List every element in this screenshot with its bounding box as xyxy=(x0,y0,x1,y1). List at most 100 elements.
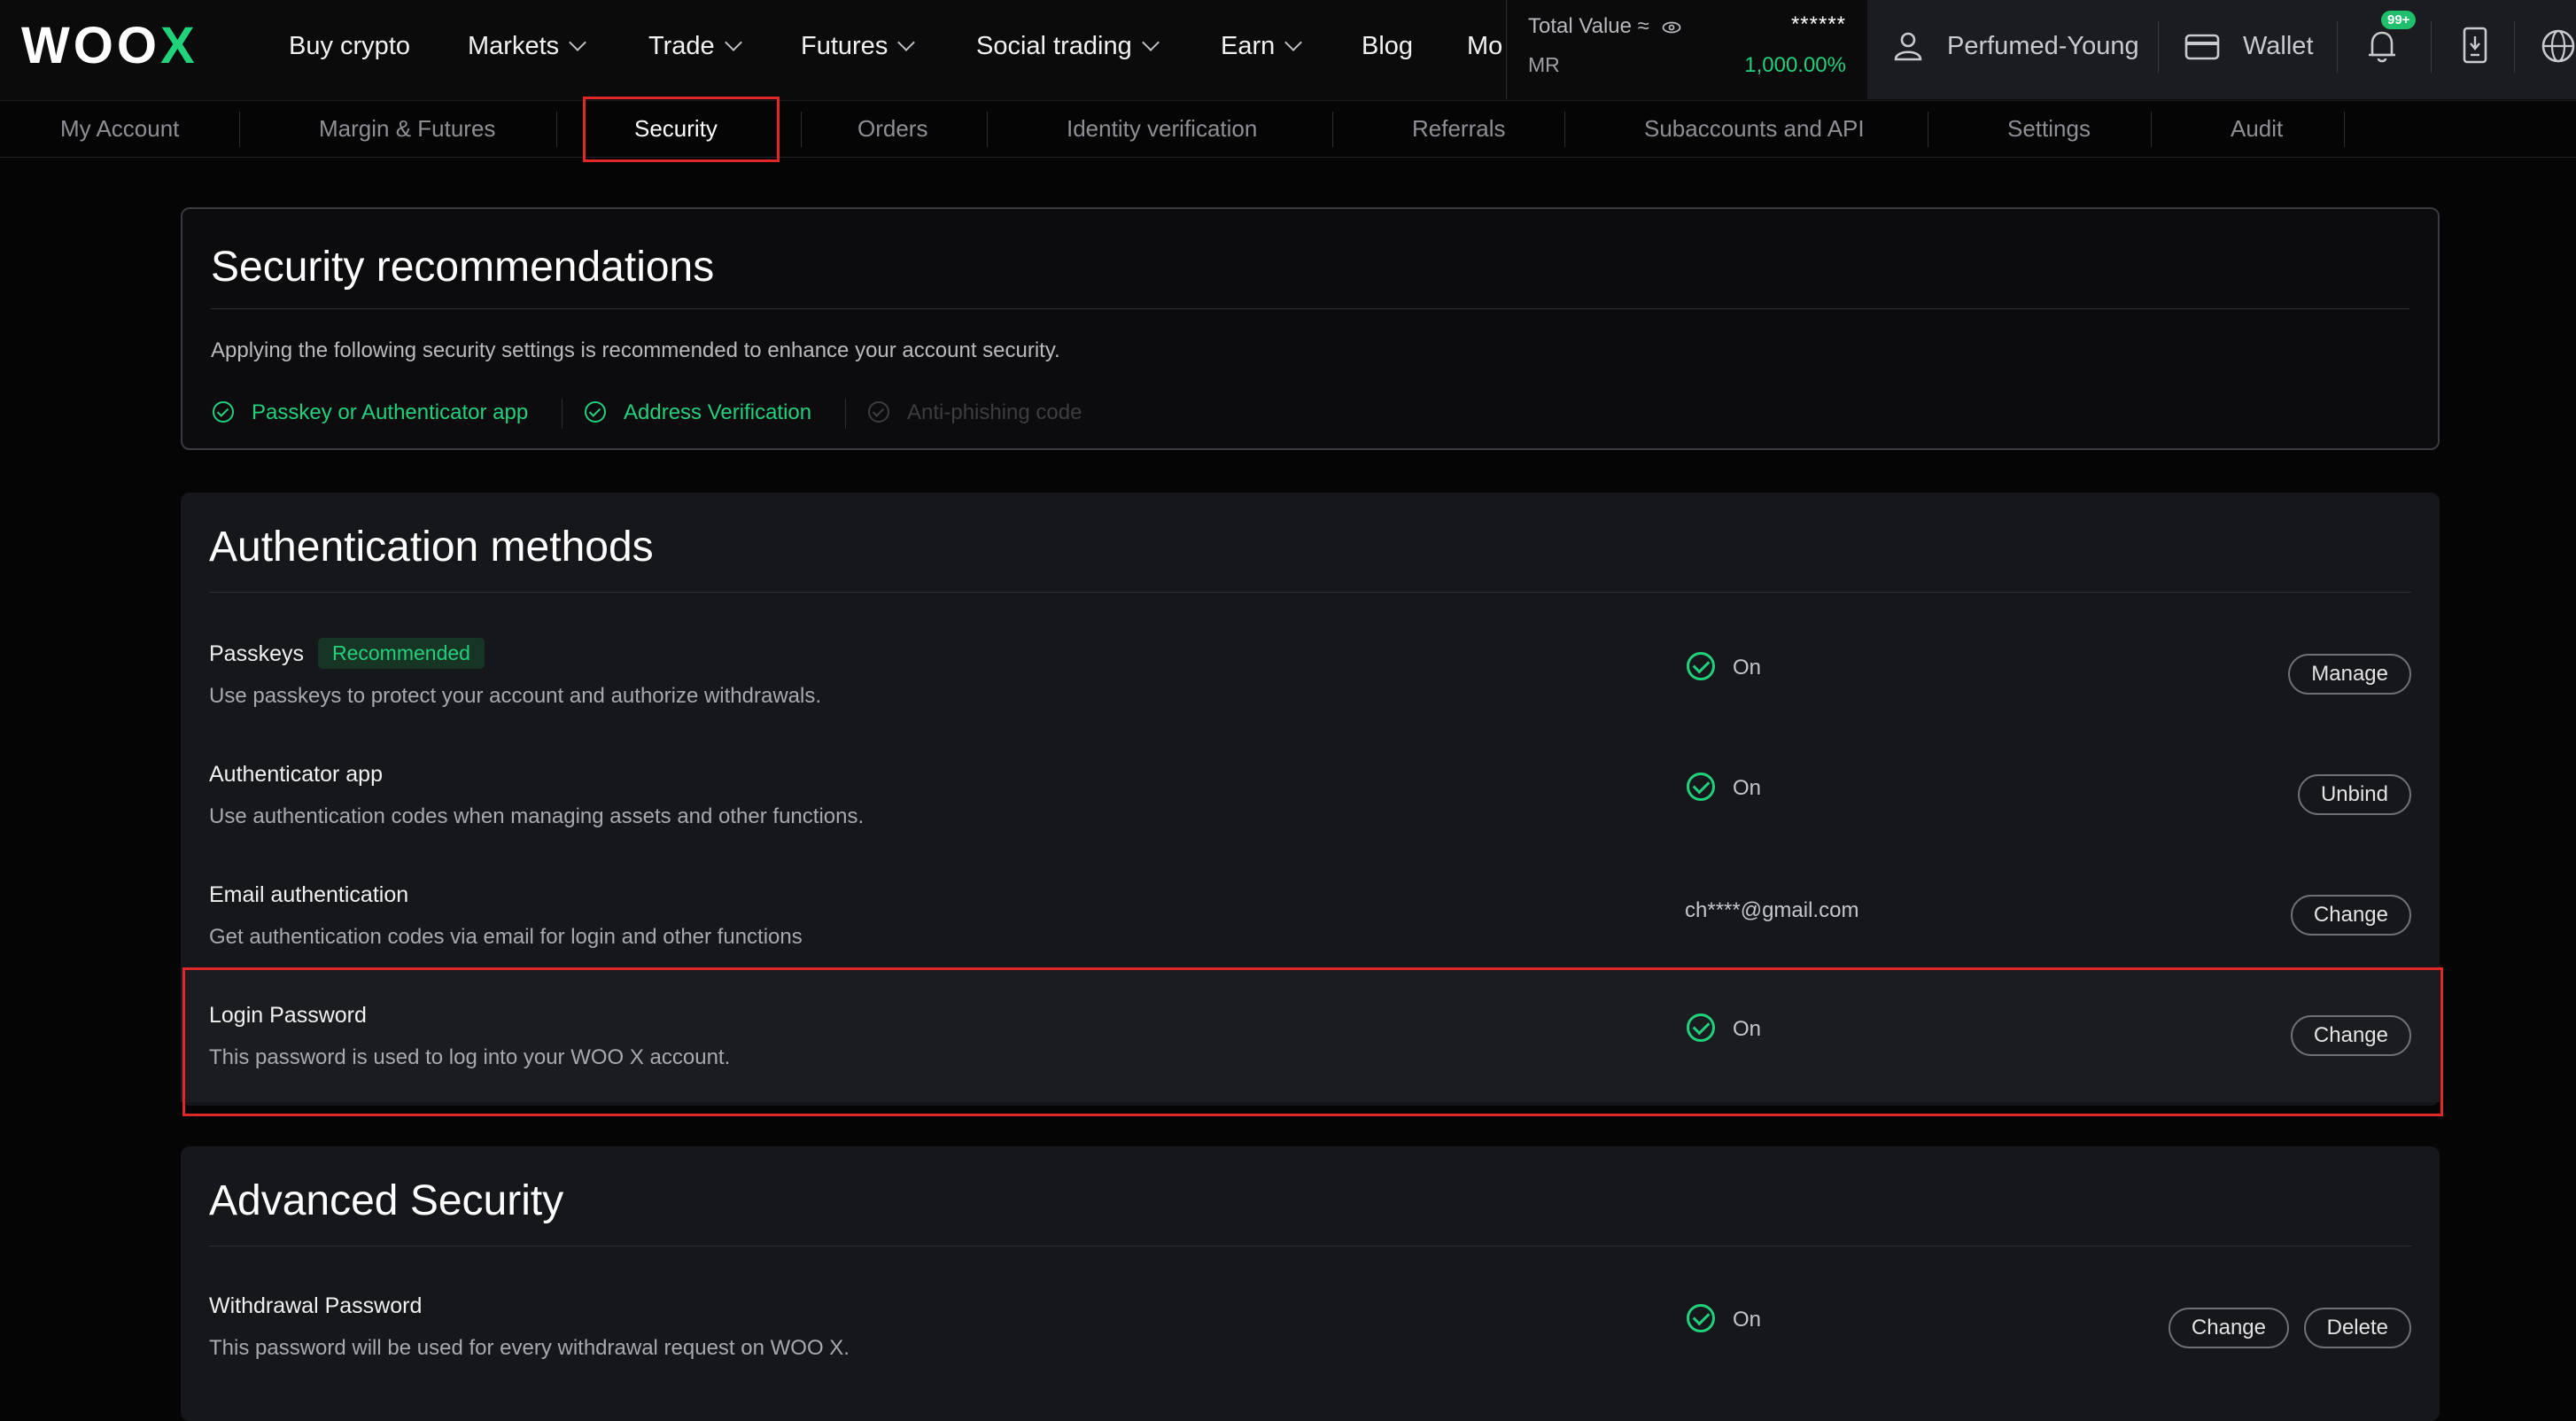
logo-text: WOO xyxy=(21,17,160,74)
passkeys-status: On xyxy=(1687,651,1762,684)
nav-label: Earn xyxy=(1221,32,1276,60)
divider xyxy=(562,399,563,429)
delete-withdrawal-password-button[interactable]: Delete xyxy=(2303,1308,2411,1348)
tab-settings[interactable]: Settings xyxy=(2007,101,2091,158)
authenticator-status: On xyxy=(1687,772,1762,804)
divider xyxy=(1332,112,1333,147)
tab-label: Subaccounts and API xyxy=(1644,115,1865,142)
nav-futures[interactable]: Futures xyxy=(801,0,916,92)
chevron-down-icon xyxy=(569,34,587,51)
globe-icon[interactable] xyxy=(2541,28,2576,64)
divider xyxy=(211,308,2409,309)
divider xyxy=(2158,21,2159,73)
status-text: On xyxy=(1733,776,1762,800)
tab-label: Orders xyxy=(857,115,928,142)
advanced-security-card: Advanced Security Withdrawal Password Th… xyxy=(181,1146,2440,1421)
nav-blog[interactable]: Blog xyxy=(1362,0,1413,92)
unbind-authenticator-button[interactable]: Unbind xyxy=(2297,774,2411,815)
nav-social-trading[interactable]: Social trading xyxy=(976,0,1160,92)
wallet-label[interactable]: Wallet xyxy=(2243,0,2314,92)
check-circle-icon xyxy=(1687,1303,1715,1332)
tab-referrals[interactable]: Referrals xyxy=(1412,101,1505,158)
email-authentication-title: Email authentication xyxy=(209,882,409,907)
rec-label: Address Verification xyxy=(624,400,812,424)
notification-badge: 99+ xyxy=(2381,11,2417,29)
status-text: On xyxy=(1733,1308,1762,1332)
divider xyxy=(987,112,988,147)
divider xyxy=(209,592,2411,593)
nav-label: Social trading xyxy=(976,32,1132,60)
recommendations-description: Applying the following security settings… xyxy=(211,338,1060,362)
divider xyxy=(239,112,240,147)
total-value-hidden: ****** xyxy=(1790,12,1846,36)
divider xyxy=(556,112,557,147)
woox-logo[interactable]: WOOX xyxy=(21,19,198,73)
username[interactable]: Perfumed-Young xyxy=(1947,0,2139,92)
rec-label: Passkey or Authenticator app xyxy=(252,400,529,424)
total-value-panel[interactable]: Total Value ≈ ****** MR 1,000.00% xyxy=(1506,0,1867,99)
passkeys-description: Use passkeys to protect your account and… xyxy=(209,684,822,708)
divider xyxy=(845,399,846,429)
chevron-down-icon xyxy=(897,34,916,51)
status-text: On xyxy=(1733,656,1762,679)
eye-icon[interactable] xyxy=(1662,21,1681,34)
mr-label: MR xyxy=(1528,53,1560,76)
row-title-text: Passkeys xyxy=(209,641,304,667)
security-recommendations-card: Security recommendations Applying the fo… xyxy=(181,207,2440,450)
check-circle-icon xyxy=(1687,772,1715,801)
total-value-text: Total Value ≈ xyxy=(1528,14,1649,38)
tab-my-account[interactable]: My Account xyxy=(60,101,179,158)
divider xyxy=(2431,21,2432,73)
masked-email: ch****@gmail.com xyxy=(1685,898,1859,922)
nav-buy-crypto[interactable]: Buy crypto xyxy=(289,0,410,92)
nav-markets[interactable]: Markets xyxy=(468,0,587,92)
nav-label: Blog xyxy=(1362,32,1414,60)
tab-audit[interactable]: Audit xyxy=(2231,101,2283,158)
nav-label: Futures xyxy=(801,32,888,60)
nav-earn[interactable]: Earn xyxy=(1221,0,1303,92)
tab-margin-futures[interactable]: Margin & Futures xyxy=(319,101,495,158)
tab-label: Audit xyxy=(2231,115,2284,142)
divider xyxy=(801,112,802,147)
tab-label: My Account xyxy=(60,115,180,142)
user-area: Perfumed-Young Wallet xyxy=(1867,0,2576,99)
section-title: Authentication methods xyxy=(209,524,654,571)
section-title: Advanced Security xyxy=(209,1177,564,1224)
nav-trade[interactable]: Trade xyxy=(648,0,742,92)
bell-icon[interactable] xyxy=(2367,28,2397,64)
check-circle-icon xyxy=(1687,651,1715,680)
tab-label: Settings xyxy=(2007,115,2091,142)
withdrawal-password-title: Withdrawal Password xyxy=(209,1293,423,1318)
divider xyxy=(1564,112,1565,147)
wallet-icon[interactable] xyxy=(2184,33,2220,61)
rec-passkey-authenticator: Passkey or Authenticator app xyxy=(213,397,528,429)
rec-anti-phishing[interactable]: Anti-phishing code xyxy=(868,397,1082,429)
manage-passkeys-button[interactable]: Manage xyxy=(2288,654,2411,695)
tab-identity-verification[interactable]: Identity verification xyxy=(1067,101,1257,158)
download-app-icon[interactable] xyxy=(2463,27,2487,64)
tab-subaccounts-api[interactable]: Subaccounts and API xyxy=(1644,101,1865,158)
nav-label: Markets xyxy=(468,32,560,60)
rec-label: Anti-phishing code xyxy=(907,400,1082,424)
user-icon[interactable] xyxy=(1892,30,1924,62)
recommended-badge: Recommended xyxy=(317,638,485,669)
login-password-highlight xyxy=(182,967,2443,1116)
check-circle-icon xyxy=(868,400,889,423)
active-tab-highlight xyxy=(583,97,780,162)
change-withdrawal-password-button[interactable]: Change xyxy=(2168,1308,2289,1348)
divider xyxy=(2151,112,2152,147)
passkeys-title: Passkeys Recommended xyxy=(209,638,485,671)
total-value-label: Total Value ≈ xyxy=(1528,14,1681,39)
nav-more[interactable]: Mo xyxy=(1467,0,1504,92)
chevron-down-icon xyxy=(1284,34,1303,51)
rec-address-verification: Address Verification xyxy=(585,397,811,429)
check-circle-icon xyxy=(585,400,606,423)
email-authentication-description: Get authentication codes via email for l… xyxy=(209,925,803,949)
change-email-button[interactable]: Change xyxy=(2290,895,2411,936)
nav-label: Mo xyxy=(1467,32,1503,60)
tab-orders[interactable]: Orders xyxy=(857,101,927,158)
divider xyxy=(2514,21,2515,73)
nav-label: Buy crypto xyxy=(289,32,410,60)
withdrawal-password-description: This password will be used for every wit… xyxy=(209,1336,850,1360)
withdrawal-password-status: On xyxy=(1687,1303,1762,1336)
